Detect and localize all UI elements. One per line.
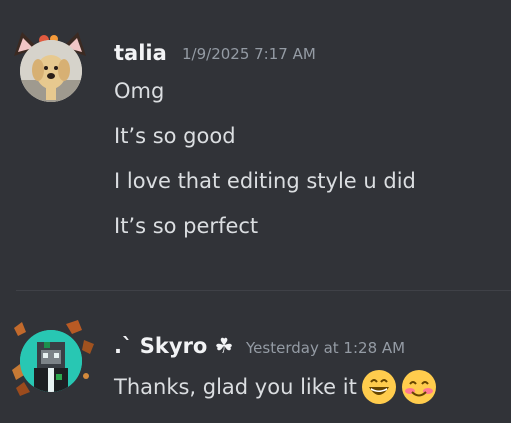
message-text: I love that editing style u did <box>114 169 416 193</box>
dog-avatar-icon <box>20 40 82 102</box>
timestamp[interactable]: 1/9/2025 7:17 AM <box>182 44 316 64</box>
message-divider <box>16 290 511 291</box>
grinning-face-emoji-icon[interactable] <box>361 369 397 405</box>
message-text: Omg <box>114 79 165 103</box>
username[interactable]: .` Skyro ☘ <box>114 334 234 358</box>
message-text: It’s so perfect <box>114 214 259 238</box>
pixel-character-avatar-icon <box>20 330 82 392</box>
avatar-decoration[interactable] <box>8 318 94 398</box>
avatar[interactable] <box>20 330 82 392</box>
message-text-row: Thanks, glad you like it <box>114 369 437 405</box>
avatar-decoration[interactable] <box>8 28 88 108</box>
smiling-face-with-blush-emoji-icon[interactable] <box>401 369 437 405</box>
timestamp[interactable]: Yesterday at 1:28 AM <box>246 338 405 358</box>
message-text: Thanks, glad you like it <box>114 375 357 399</box>
username[interactable]: talia <box>114 41 167 65</box>
avatar[interactable] <box>20 40 82 102</box>
message-text: It’s so good <box>114 124 236 148</box>
